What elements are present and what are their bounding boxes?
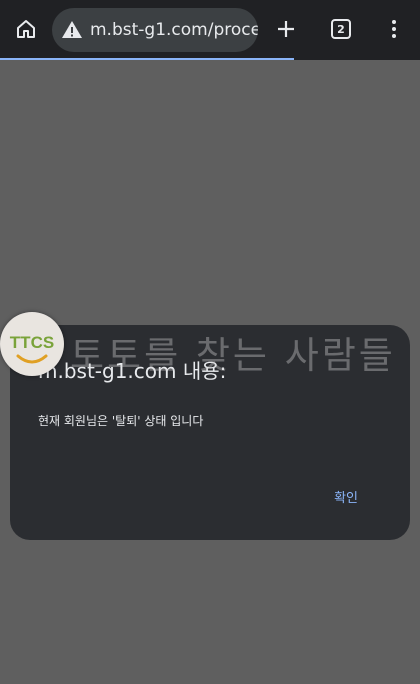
dialog-message: 현재 회원님은 '탈퇴' 상태 입니다 (38, 414, 204, 428)
more-vert-icon (392, 20, 396, 38)
svg-text:TTCS: TTCS (10, 333, 54, 352)
ok-button[interactable]: 확인 (334, 487, 358, 506)
address-bar[interactable]: m.bst-g1.com/proces (52, 8, 258, 52)
menu-button[interactable] (376, 11, 412, 47)
browser-toolbar: m.bst-g1.com/proces 2 (0, 0, 420, 60)
page-load-progress (0, 58, 294, 60)
watermark-text: 토토를 찾는 사람들 (70, 334, 396, 377)
watermark-logo: TTCS (0, 312, 64, 376)
plus-icon (278, 21, 294, 37)
home-button[interactable] (8, 11, 44, 47)
tab-count-badge: 2 (331, 19, 351, 39)
warning-icon[interactable] (60, 18, 84, 42)
new-tab-button[interactable] (268, 11, 304, 47)
tab-switcher-button[interactable]: 2 (323, 11, 359, 47)
home-icon (17, 20, 35, 38)
ttcs-logo-icon: TTCS (1, 313, 63, 375)
url-text[interactable]: m.bst-g1.com/proces (90, 20, 258, 40)
